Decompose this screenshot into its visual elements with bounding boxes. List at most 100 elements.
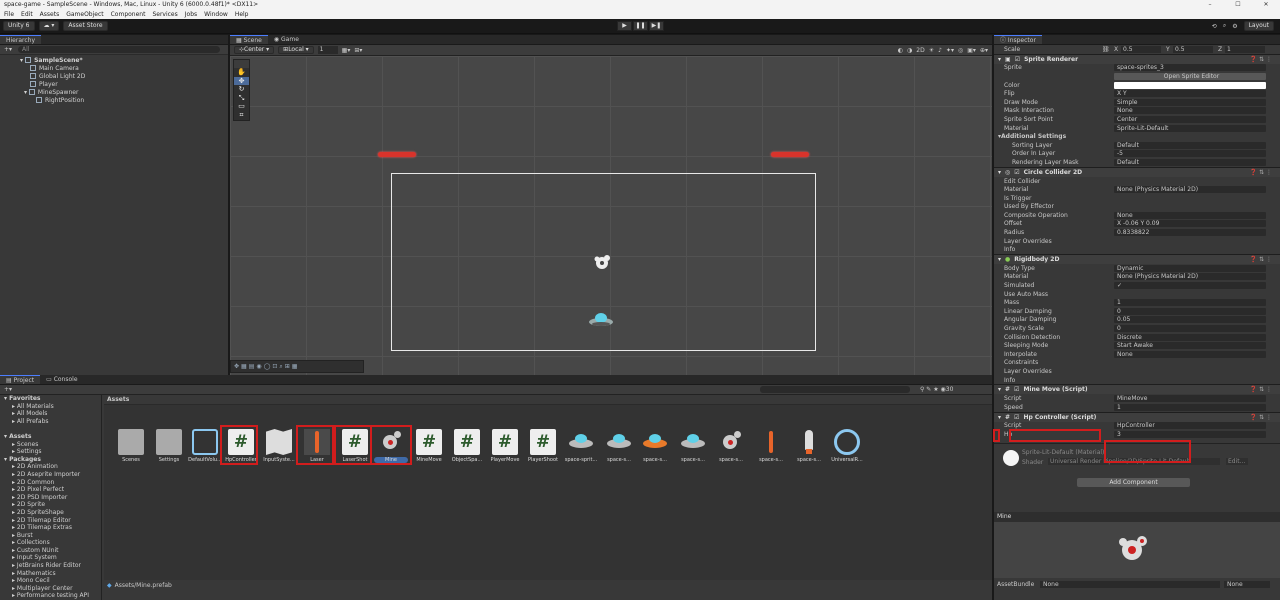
hierarchy-search-input[interactable]: All xyxy=(18,46,220,53)
cloud-icon[interactable]: ☁ ▾ xyxy=(38,21,60,31)
property-value[interactable] xyxy=(1114,81,1266,89)
asset-item[interactable]: space-s... xyxy=(602,429,636,463)
player-ufo-sprite[interactable] xyxy=(587,311,615,329)
menu-gameobject[interactable]: GameObject xyxy=(66,11,103,18)
project-tree-item[interactable]: ▸ Collections xyxy=(0,539,101,547)
menu-component[interactable]: Component xyxy=(111,11,146,18)
menu-edit[interactable]: Edit xyxy=(21,11,33,18)
scale-z-field[interactable]: 1 xyxy=(1225,45,1265,53)
add-icon[interactable]: +▾ xyxy=(4,46,12,53)
foldout-icon[interactable]: ▾ xyxy=(998,169,1001,176)
enabled-checkbox[interactable]: ☑ xyxy=(1014,386,1019,393)
tab-inspector[interactable]: ⓘ Inspector xyxy=(994,35,1042,44)
project-tree-item[interactable]: ▸ 2D Animation xyxy=(0,463,101,471)
asset-item[interactable]: DefaultVolu... xyxy=(188,429,222,463)
asset-breadcrumb[interactable]: Assets xyxy=(104,395,992,405)
property-value[interactable]: -5 xyxy=(1114,150,1266,158)
property-value[interactable]: Discrete xyxy=(1114,333,1266,341)
sprite-editor-icon[interactable]: ✥ xyxy=(234,363,239,370)
increment-snap-icon[interactable]: ⊞▾ xyxy=(354,47,362,54)
property-value[interactable]: X -0.06 Y 0.09 xyxy=(1114,220,1266,228)
move-tool-icon[interactable]: ✥ xyxy=(234,76,249,85)
light-icon[interactable]: ◉ xyxy=(256,363,261,370)
transform-tool-icon[interactable]: ⌗ xyxy=(234,111,249,120)
tilemap-icon[interactable]: ▤ xyxy=(249,363,255,370)
asset-item[interactable]: Scenes xyxy=(114,429,148,463)
tab-game[interactable]: ◉ Game xyxy=(267,35,305,44)
project-tree-item[interactable]: ▸ Settings xyxy=(0,448,101,456)
laser-sprite[interactable] xyxy=(771,152,809,157)
project-tree-item[interactable]: ▸ All Models xyxy=(0,410,101,418)
scale-x-field[interactable]: 0.5 xyxy=(1121,45,1161,53)
project-tree-item[interactable]: ▸ JetBrains Rider Editor xyxy=(0,562,101,570)
picker-icon[interactable]: ⊞ xyxy=(285,363,290,370)
property-value[interactable]: X Y xyxy=(1114,90,1266,98)
draw-mode-icon[interactable]: ◑ xyxy=(907,47,912,54)
hierarchy-item[interactable]: RightPosition xyxy=(0,97,228,105)
asset-item[interactable]: space-s... xyxy=(676,429,710,463)
project-tree-item[interactable]: ▸ Custom NUnit xyxy=(0,547,101,555)
property-value[interactable] xyxy=(1114,195,1266,202)
menu-services[interactable]: Services xyxy=(152,11,177,18)
scene-item[interactable]: ▾ SampleScene* xyxy=(0,57,228,65)
property-value[interactable] xyxy=(1114,178,1266,185)
rotate-tool-icon[interactable]: ↻ xyxy=(234,85,249,94)
project-tree-item[interactable]: ▸ 2D PSD Importer xyxy=(0,494,101,502)
component-menu-icon[interactable]: ❓ ⇅ ⋮ xyxy=(1250,169,1272,176)
scale-tool-icon[interactable]: ⤡ xyxy=(234,94,249,103)
tab-hierarchy[interactable]: Hierarchy xyxy=(0,35,42,44)
asset-item[interactable]: # ObjectSpa... xyxy=(450,429,484,463)
property-value[interactable]: 0 xyxy=(1114,307,1266,315)
hierarchy-item[interactable]: ▾ MineSpawner xyxy=(0,89,228,97)
component-menu-icon[interactable]: ❓ ⇅ ⋮ xyxy=(1250,414,1272,421)
laser-sprite[interactable] xyxy=(378,152,416,157)
property-value[interactable]: Sprite-Lit-Default xyxy=(1114,124,1266,132)
audio-icon[interactable]: ♪ xyxy=(938,47,942,54)
component-menu-icon[interactable]: ❓ ⇅ ⋮ xyxy=(1250,56,1272,63)
property-value[interactable]: 3 xyxy=(1114,430,1266,438)
property-value[interactable]: ✓ xyxy=(1114,282,1266,290)
property-value[interactable]: HpController xyxy=(1114,422,1266,430)
asset-item[interactable]: space-s... xyxy=(714,429,748,463)
step-button[interactable]: ▶❚ xyxy=(649,21,664,31)
enabled-checkbox[interactable]: ☑ xyxy=(1014,169,1019,176)
foldout-icon[interactable]: ▾ xyxy=(998,56,1001,63)
property-value[interactable]: None (Physics Material 2D) xyxy=(1114,273,1266,281)
project-tree-item[interactable]: ▸ Multiplayer Center xyxy=(0,585,101,593)
hierarchy-item[interactable]: Player xyxy=(0,81,228,89)
sprite-renderer-header[interactable]: ▾ ▣ ☑ Sprite Renderer ❓ ⇅ ⋮ xyxy=(994,53,1280,64)
play-button[interactable]: ▶ xyxy=(617,21,632,31)
grid-snap-icon[interactable]: ▦▾ xyxy=(342,47,351,54)
lighting-icon[interactable]: ☀ xyxy=(929,47,934,54)
project-tree-item[interactable]: ▸ 2D SpriteShape xyxy=(0,509,101,517)
menu-file[interactable]: File xyxy=(4,11,14,18)
layout-dropdown[interactable]: Layout xyxy=(1243,21,1274,31)
property-value[interactable]: None xyxy=(1114,211,1266,219)
shading-icon[interactable]: ◐ xyxy=(898,47,903,54)
menu-assets[interactable]: Assets xyxy=(40,11,60,18)
property-value[interactable]: 1 xyxy=(1114,299,1266,307)
grid-size-field[interactable]: 1 xyxy=(317,46,338,54)
project-tree-item[interactable]: ▸ Burst xyxy=(0,532,101,540)
asset-item[interactable]: # PlayerShoot xyxy=(526,429,560,463)
project-tree-item[interactable]: ▸ 2D Tilemap Extras xyxy=(0,524,101,532)
project-search-input[interactable] xyxy=(760,386,910,393)
property-value[interactable] xyxy=(1114,203,1266,210)
property-value[interactable] xyxy=(1114,368,1266,375)
property-value[interactable] xyxy=(1114,238,1266,245)
asset-item[interactable]: space-s... xyxy=(638,429,672,463)
settings-icon[interactable]: ⚙ xyxy=(1232,23,1237,30)
mine-move-header[interactable]: ▾ # ☑ Mine Move (Script) ❓ ⇅ ⋮ xyxy=(994,384,1280,395)
asset-store-button[interactable]: Asset Store xyxy=(63,21,108,31)
project-tree-item[interactable]: ▸ 2D Common xyxy=(0,479,101,487)
project-tree-item[interactable]: ▸ Scenes xyxy=(0,441,101,449)
menu-window[interactable]: Window xyxy=(204,11,228,18)
property-value[interactable] xyxy=(1114,246,1266,253)
asset-item[interactable]: space-s... xyxy=(792,429,826,463)
rigidbody-header[interactable]: ▾ ● Rigidbody 2D ❓ ⇅ ⋮ xyxy=(994,254,1280,265)
additional-settings-foldout[interactable]: ▾ Additional Settings xyxy=(994,132,1280,141)
circle-collider-header[interactable]: ▾ ◎ ☑ Circle Collider 2D ❓ ⇅ ⋮ xyxy=(994,166,1280,177)
add-component-button[interactable]: Add Component xyxy=(1077,477,1190,487)
close-button[interactable]: ✕ xyxy=(1252,0,1280,10)
property-value[interactable]: Start Awake xyxy=(1114,342,1266,350)
